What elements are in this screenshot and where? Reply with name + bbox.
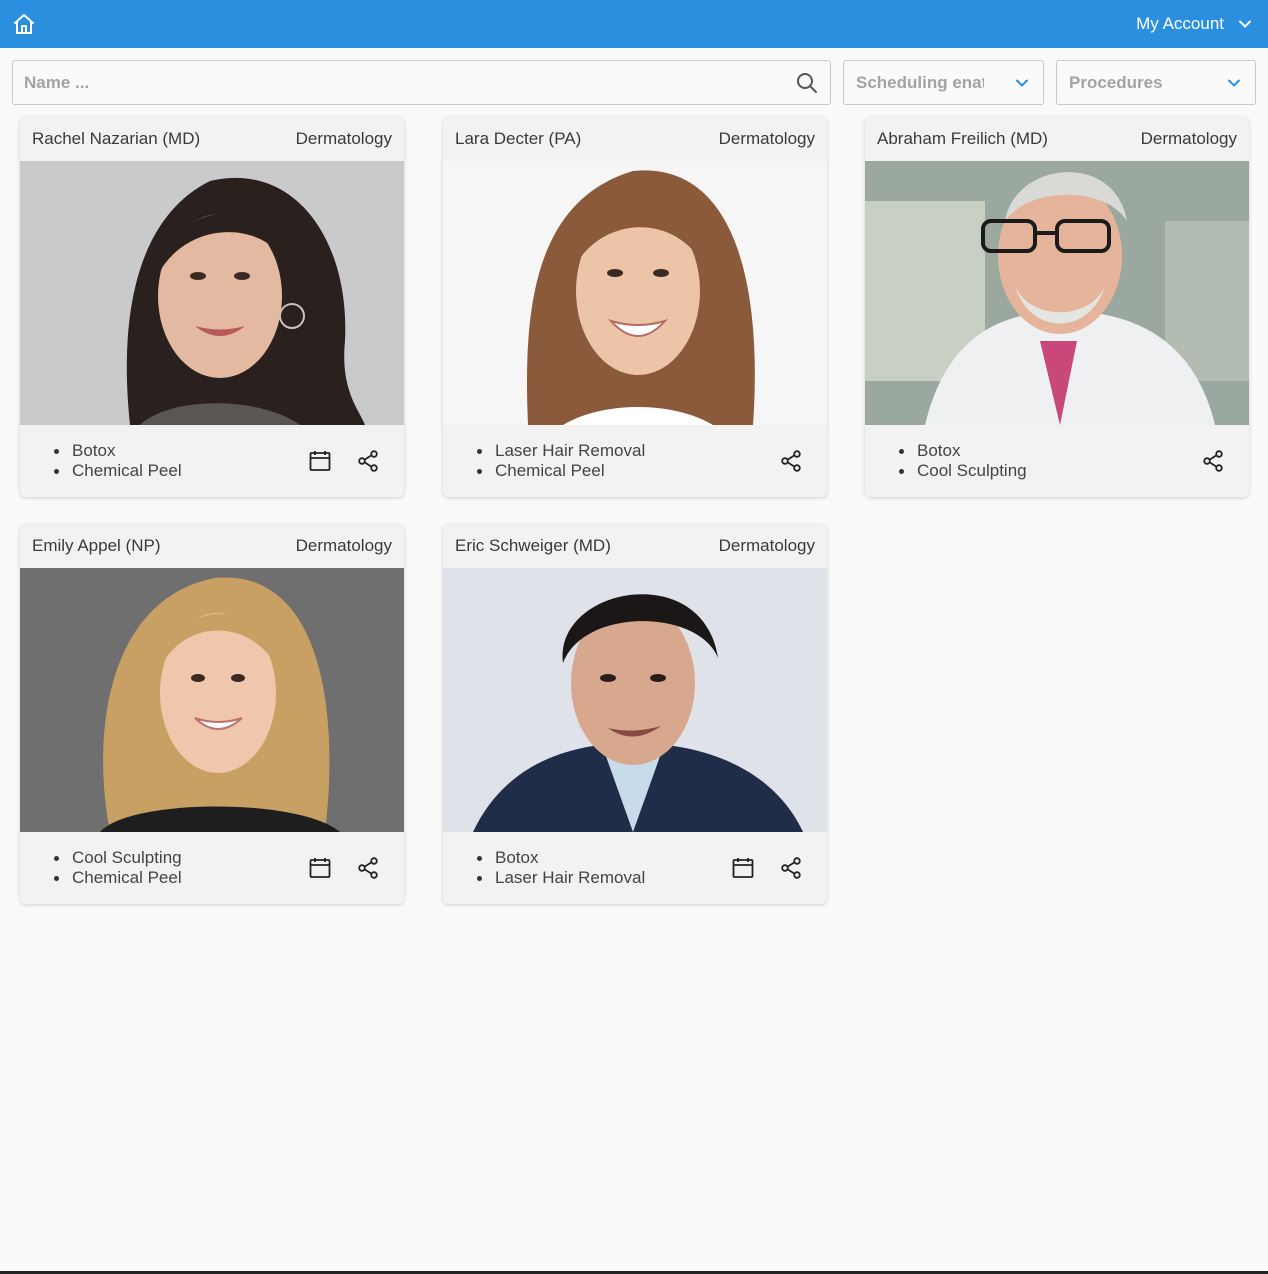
- scheduling-select-value: Scheduling enat: [856, 72, 984, 92]
- provider-specialty: Dermatology: [1140, 129, 1237, 148]
- card-actions: [308, 856, 380, 880]
- card-actions: [731, 856, 803, 880]
- provider-card-footer: Cool Sculpting Chemical Peel: [20, 832, 404, 904]
- provider-name: Lara Decter (PA): [455, 129, 582, 148]
- my-account-menu[interactable]: My Account: [1136, 14, 1252, 34]
- share-icon: [1203, 450, 1223, 472]
- provider-name: Rachel Nazarian (MD): [32, 129, 201, 148]
- share-icon: [781, 450, 801, 472]
- provider-photo: [443, 161, 827, 425]
- share-button[interactable]: [356, 449, 380, 473]
- procedure-item: Chemical Peel: [477, 461, 645, 481]
- procedures-select-value: Procedures: [1069, 72, 1163, 92]
- provider-name: Emily Appel (NP): [32, 536, 161, 555]
- filter-bar: Scheduling enat Procedures: [12, 60, 1256, 105]
- share-icon: [358, 857, 378, 879]
- search-icon[interactable]: [795, 71, 819, 95]
- provider-name: Abraham Freilich (MD): [877, 129, 1048, 148]
- scheduling-select[interactable]: Scheduling enat: [843, 60, 1044, 105]
- share-icon: [781, 857, 801, 879]
- schedule-button[interactable]: [731, 856, 755, 880]
- provider-card[interactable]: Lara Decter (PA) Dermatology Laser Hair …: [443, 117, 827, 497]
- provider-specialty: Dermatology: [718, 536, 815, 555]
- provider-specialty: Dermatology: [295, 536, 392, 555]
- home-button[interactable]: [12, 12, 36, 36]
- card-actions: [308, 449, 380, 473]
- chevron-down-icon: [1228, 79, 1240, 87]
- provider-photo: [443, 568, 827, 832]
- procedure-list: Botox Cool Sculpting: [899, 441, 1027, 481]
- procedures-select[interactable]: Procedures: [1056, 60, 1256, 105]
- procedure-list: Botox Laser Hair Removal: [477, 848, 645, 888]
- search-box: [12, 60, 831, 105]
- calendar-icon: [732, 858, 754, 878]
- provider-photo: [865, 161, 1249, 425]
- procedure-item: Botox: [899, 441, 1027, 461]
- provider-photo: [20, 568, 404, 832]
- provider-name: Eric Schweiger (MD): [455, 536, 611, 555]
- procedure-item: Chemical Peel: [54, 461, 182, 481]
- provider-card-footer: Laser Hair Removal Chemical Peel: [443, 425, 827, 497]
- provider-card-footer: Botox Laser Hair Removal: [443, 832, 827, 904]
- procedure-list: Botox Chemical Peel: [54, 441, 182, 481]
- provider-card[interactable]: Emily Appel (NP) Dermatology Cool Sculpt…: [20, 524, 404, 904]
- share-button[interactable]: [779, 449, 803, 473]
- name-search-input[interactable]: [13, 61, 795, 104]
- top-bar: My Account: [0, 0, 1268, 48]
- card-actions: [1201, 449, 1225, 473]
- card-actions: [779, 449, 803, 473]
- chevron-down-icon: [1239, 20, 1251, 28]
- provider-card-footer: Botox Cool Sculpting: [865, 425, 1249, 497]
- provider-card-footer: Botox Chemical Peel: [20, 425, 404, 497]
- calendar-icon: [309, 451, 331, 471]
- provider-card-header: Abraham Freilich (MD) Dermatology: [865, 117, 1249, 161]
- provider-card[interactable]: Rachel Nazarian (MD) Dermatology Botox C…: [20, 117, 404, 497]
- provider-card-header: Eric Schweiger (MD) Dermatology: [443, 524, 827, 568]
- schedule-button[interactable]: [308, 449, 332, 473]
- provider-specialty: Dermatology: [718, 129, 815, 148]
- provider-card-header: Emily Appel (NP) Dermatology: [20, 524, 404, 568]
- provider-photo: [20, 161, 404, 425]
- procedure-item: Chemical Peel: [54, 868, 182, 888]
- provider-card-header: Rachel Nazarian (MD) Dermatology: [20, 117, 404, 161]
- share-button[interactable]: [779, 856, 803, 880]
- provider-specialty: Dermatology: [295, 129, 392, 148]
- share-button[interactable]: [1201, 449, 1225, 473]
- procedure-list: Laser Hair Removal Chemical Peel: [477, 441, 645, 481]
- chevron-down-icon: [1016, 79, 1028, 87]
- procedure-item: Cool Sculpting: [54, 848, 182, 868]
- home-icon: [14, 14, 34, 34]
- procedure-list: Cool Sculpting Chemical Peel: [54, 848, 182, 888]
- procedure-item: Laser Hair Removal: [477, 868, 645, 888]
- share-icon: [358, 450, 378, 472]
- procedure-item: Laser Hair Removal: [477, 441, 645, 461]
- provider-card[interactable]: Abraham Freilich (MD) Dermatology Botox …: [865, 117, 1249, 497]
- procedure-item: Cool Sculpting: [899, 461, 1027, 481]
- calendar-icon: [309, 858, 331, 878]
- procedure-item: Botox: [477, 848, 645, 868]
- share-button[interactable]: [356, 856, 380, 880]
- provider-card[interactable]: Eric Schweiger (MD) Dermatology Botox La…: [443, 524, 827, 904]
- my-account-label: My Account: [1136, 14, 1224, 33]
- provider-card-header: Lara Decter (PA) Dermatology: [443, 117, 827, 161]
- procedure-item: Botox: [54, 441, 182, 461]
- schedule-button[interactable]: [308, 856, 332, 880]
